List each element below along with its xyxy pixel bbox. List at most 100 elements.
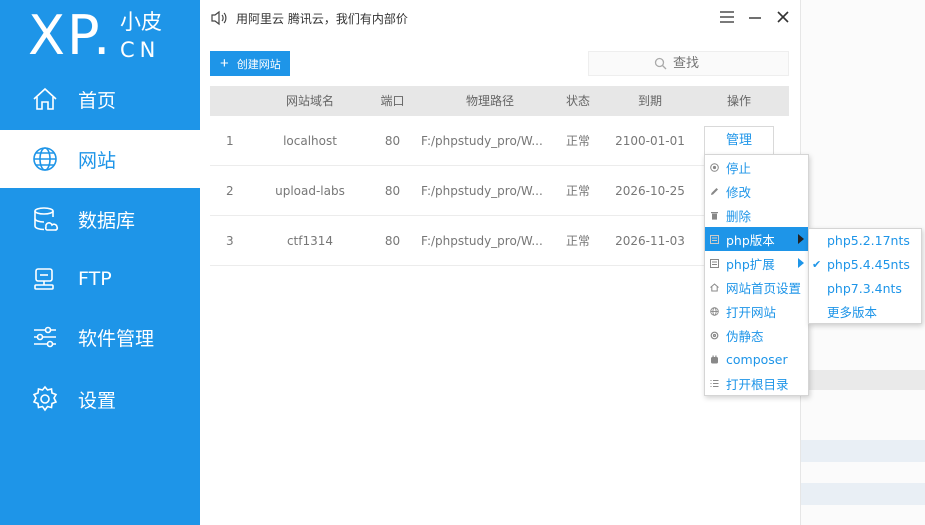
sidebar-item-database[interactable]: 数据库 [0,190,200,248]
row-path: F:/phpstudy_pro/W... [421,234,543,248]
sidebar-item-label: 网站 [78,149,117,172]
php-version-option[interactable]: php5.2.17nts [809,229,921,253]
context-menu: 停止 修改 删除 php版本 php扩展 网站首页设置 打开网站 伪静态 com… [704,154,809,396]
menu-item-label: composer [726,351,788,367]
notice-text[interactable]: 用阿里云 腾讯云，我们有内部价 [236,10,408,27]
globe-icon [30,144,60,174]
sidebar: XP. 小皮 CN 首页 网站 数据库 FTP 软件管理 设置 [0,0,200,525]
row-port: 80 [384,134,401,148]
table-row[interactable]: 1 localhost 80 F:/phpstudy_pro/W... 正常 2… [210,116,789,166]
search-icon [654,57,667,70]
sidebar-item-label: 首页 [78,89,117,112]
row-index: 2 [226,184,234,198]
menu-item-composer[interactable]: composer [705,347,808,371]
composer-icon [709,354,719,364]
gear-icon [30,384,60,414]
logo-main: XP. [28,4,113,67]
create-website-button[interactable]: + 创建网站 [210,51,290,76]
plus-icon: + [220,55,229,72]
background-stripe [801,370,925,390]
table-row[interactable]: 3 ctf1314 80 F:/phpstudy_pro/W... 正常 202… [210,216,789,266]
menu-icon[interactable] [718,8,736,26]
check-icon: ✔ [812,258,822,271]
menu-item-php-version[interactable]: php版本 [705,227,808,251]
create-website-label: 创建网站 [236,58,281,71]
sidebar-item-label: 数据库 [78,209,136,232]
sidebar-item-label: 软件管理 [78,327,155,350]
list-icon [709,378,719,388]
sidebar-item-software[interactable]: 软件管理 [0,308,200,366]
sidebar-item-settings[interactable]: 设置 [0,370,200,428]
php-version-submenu: php5.2.17nts ✔ php5.4.45nts php7.3.4nts … [808,228,922,324]
php-version-label: php5.4.45nts [827,257,910,272]
table-header: 网站域名 端口 物理路径 状态 到期 操作 [210,86,789,116]
row-expire: 2100-01-01 [615,134,685,148]
column-header-domain[interactable]: 网站域名 [270,86,350,116]
sidebar-item-ftp[interactable]: FTP [0,250,200,308]
row-index: 1 [226,134,234,148]
row-domain: ctf1314 [286,234,334,248]
extension-icon [709,258,719,268]
menu-item-edit[interactable]: 修改 [705,179,808,203]
row-index: 3 [226,234,234,248]
row-status: 正常 [565,234,590,248]
php-version-label: php7.3.4nts [827,281,902,296]
database-icon [30,204,60,234]
row-port: 80 [384,234,401,248]
menu-item-label: 打开根目录 [726,376,789,392]
sidebar-item-home[interactable]: 首页 [0,70,200,128]
background-stripe [801,483,925,505]
menu-item-open-website[interactable]: 打开网站 [705,299,808,323]
row-port: 80 [384,184,401,198]
stop-icon [709,162,719,172]
sliders-icon [30,322,60,352]
menu-item-label: 修改 [726,184,752,200]
menu-item-label: 删除 [726,208,752,224]
row-status: 正常 [565,134,590,148]
sidebar-item-website[interactable]: 网站 [0,130,200,188]
logo-cn: CN [120,38,161,62]
php-version-label: php5.2.17nts [827,233,910,248]
home-small-icon [709,282,719,292]
trash-icon [709,210,719,220]
row-path: F:/phpstudy_pro/W... [421,134,543,148]
column-header-port[interactable]: 端口 [370,86,415,116]
column-header-path[interactable]: 物理路径 [430,86,550,116]
menu-item-label: php版本 [726,232,775,248]
menu-item-label: 打开网站 [726,304,777,320]
column-header-action: 操作 [726,94,751,108]
menu-item-php-extension[interactable]: php扩展 [705,251,808,275]
row-expire: 2026-11-03 [615,234,685,248]
row-domain: localhost [283,134,337,148]
row-expire: 2026-10-25 [615,184,685,198]
php-version-label: 更多版本 [827,305,878,320]
table-row[interactable]: 2 upload-labs 80 F:/phpstudy_pro/W... 正常… [210,166,789,216]
menu-item-label: 停止 [726,160,752,176]
minimize-icon[interactable] [746,8,764,26]
php-version-option[interactable]: php7.3.4nts [809,277,921,301]
top-bar: 用阿里云 腾讯云，我们有内部价 [200,0,800,36]
sidebar-item-label: FTP [78,268,112,290]
submenu-arrow-icon [798,258,804,268]
menu-item-delete[interactable]: 删除 [705,203,808,227]
menu-item-label: 伪静态 [726,328,764,344]
search-box[interactable] [588,51,789,76]
rewrite-icon [709,330,719,340]
home-icon [30,84,60,114]
php-version-option-selected[interactable]: ✔ php5.4.45nts [809,253,921,277]
search-input[interactable] [673,56,723,71]
background-stripe [801,440,925,462]
menu-item-stop[interactable]: 停止 [705,155,808,179]
column-header-expire[interactable]: 到期 [610,86,690,116]
close-icon[interactable] [774,8,792,26]
column-header-status[interactable]: 状态 [558,86,598,116]
menu-item-homepage-settings[interactable]: 网站首页设置 [705,275,808,299]
ftp-server-icon [30,264,60,294]
row-path: F:/phpstudy_pro/W... [421,184,543,198]
logo-small: 小皮 [120,10,162,34]
php-version-more[interactable]: 更多版本 [809,301,921,325]
manage-button[interactable]: 管理 [704,126,774,156]
menu-item-label: php扩展 [726,256,775,272]
menu-item-open-root[interactable]: 打开根目录 [705,371,808,395]
menu-item-rewrite[interactable]: 伪静态 [705,323,808,347]
